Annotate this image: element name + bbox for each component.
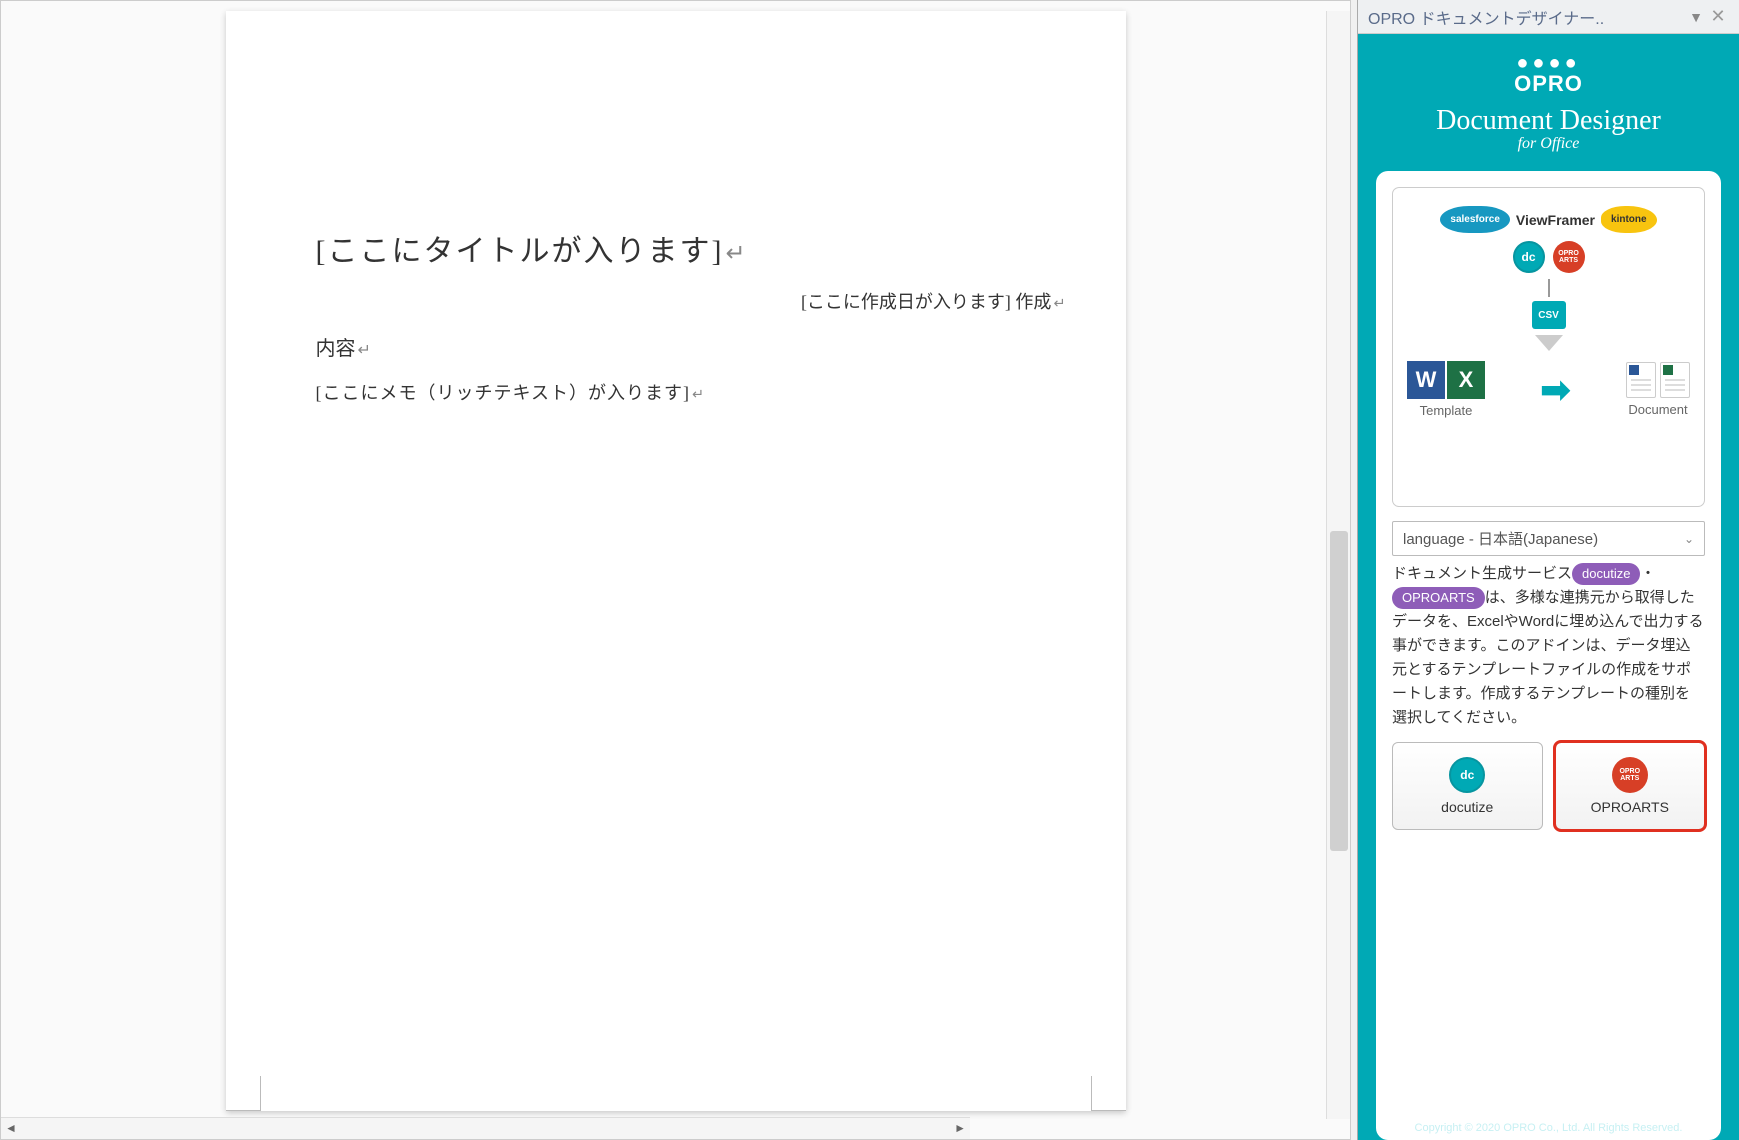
- pane-card: salesforce ViewFramer kintone dc OPRO AR…: [1376, 171, 1721, 1140]
- copyright-text: Copyright © 2020 OPRO Co., Ltd. All Righ…: [1358, 1114, 1739, 1138]
- date-placeholder[interactable]: [ここに作成日が入ります] 作成↵: [316, 288, 1066, 314]
- pane-close-button[interactable]: ✕: [1707, 6, 1729, 27]
- pane-logo: ●●●● OPRO Document Designer for Office: [1436, 52, 1661, 153]
- docutize-badge: docutize: [1572, 563, 1640, 586]
- arrow-right-icon: ➡: [1485, 369, 1626, 411]
- scrollbar-vertical[interactable]: [1326, 11, 1350, 1119]
- paragraph-mark-icon: ↵: [358, 342, 371, 359]
- language-select[interactable]: language - 日本語(Japanese) ⌄: [1392, 521, 1705, 556]
- opro-brand-text: OPRO: [1436, 71, 1661, 97]
- paragraph-mark-icon: ↵: [1053, 296, 1065, 312]
- excel-doc-icon: [1660, 362, 1690, 398]
- kintone-icon: kintone: [1601, 206, 1657, 233]
- description-text: ドキュメント生成サービスdocutize・OPROARTSは、多様な連携元から取…: [1392, 562, 1705, 730]
- document-output-block: Document: [1626, 362, 1690, 417]
- salesforce-icon: salesforce: [1440, 206, 1509, 233]
- paragraph-mark-icon: ↵: [725, 241, 747, 267]
- document-page[interactable]: [ここにタイトルが入ります]↵ [ここに作成日が入ります] 作成↵ 内容↵ [こ…: [226, 11, 1126, 1111]
- oproarts-icon: OPRO ARTS: [1612, 757, 1648, 793]
- pane-logo-title: Document Designer: [1436, 105, 1661, 137]
- docutize-button-label: docutize: [1441, 799, 1493, 815]
- content-label[interactable]: 内容↵: [316, 332, 1036, 361]
- dc-icon: dc: [1513, 241, 1545, 273]
- oproarts-button-label: OPROARTS: [1591, 799, 1669, 815]
- csv-icon: CSV: [1532, 301, 1566, 329]
- diagram-connector-line: [1548, 279, 1550, 297]
- word-icon: W: [1407, 361, 1445, 399]
- arrow-down-icon: [1535, 335, 1563, 351]
- pane-body: ●●●● OPRO Document Designer for Office s…: [1358, 34, 1739, 1140]
- document-canvas[interactable]: [ここにタイトルが入ります]↵ [ここに作成日が入ります] 作成↵ 内容↵ [こ…: [0, 0, 1351, 1140]
- language-selected-value: language - 日本語(Japanese): [1403, 528, 1598, 549]
- dc-icon: dc: [1449, 757, 1485, 793]
- title-placeholder[interactable]: [ここにタイトルが入ります]↵: [316, 226, 1036, 270]
- template-type-buttons: dc docutize OPRO ARTS OPROARTS: [1392, 742, 1705, 830]
- margin-corner-tl: [316, 156, 351, 191]
- chevron-down-icon: ⌄: [1684, 532, 1694, 546]
- pane-menu-dropdown[interactable]: ▼: [1685, 9, 1707, 25]
- paragraph-mark-icon: ↵: [692, 387, 705, 403]
- oproarts-badge: OPROARTS: [1392, 587, 1485, 610]
- pane-logo-subtitle: for Office: [1436, 135, 1661, 153]
- template-block: W X Template: [1407, 361, 1485, 418]
- margin-corner-tr: [316, 191, 351, 226]
- oproarts-icon: OPRO ARTS: [1553, 241, 1585, 273]
- memo-placeholder[interactable]: [ここにメモ（リッチテキスト）が入ります]↵: [316, 379, 1036, 405]
- template-label: Template: [1407, 403, 1485, 418]
- excel-icon: X: [1447, 361, 1485, 399]
- document-label: Document: [1626, 402, 1690, 417]
- oproarts-button[interactable]: OPRO ARTS OPROARTS: [1555, 742, 1706, 830]
- flow-diagram: salesforce ViewFramer kintone dc OPRO AR…: [1392, 187, 1705, 507]
- viewframer-label: ViewFramer: [1516, 212, 1595, 228]
- scroll-right-icon[interactable]: ►: [954, 1121, 966, 1135]
- scrollbar-horizontal[interactable]: ◄►: [1, 1117, 970, 1139]
- scroll-left-icon[interactable]: ◄: [5, 1121, 17, 1135]
- docutize-button[interactable]: dc docutize: [1392, 742, 1543, 830]
- word-doc-icon: [1626, 362, 1656, 398]
- pane-title: OPRO ドキュメントデザイナー..: [1368, 5, 1685, 29]
- addin-pane: OPRO ドキュメントデザイナー.. ▼ ✕ ●●●● OPRO Documen…: [1357, 0, 1739, 1140]
- pane-header: OPRO ドキュメントデザイナー.. ▼ ✕: [1358, 0, 1739, 34]
- scroll-thumb-vertical[interactable]: [1330, 531, 1348, 851]
